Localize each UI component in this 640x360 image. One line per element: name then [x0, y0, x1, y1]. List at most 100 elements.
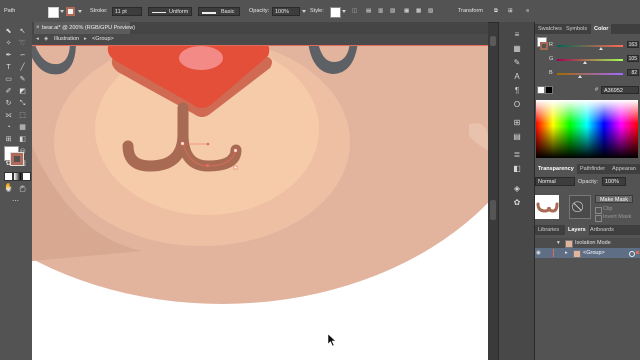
align-bottom-icon[interactable]: ▨ — [428, 8, 433, 14]
stroke-weight-field[interactable]: 11 pt — [112, 7, 142, 16]
close-tab-icon[interactable]: × — [36, 22, 40, 34]
blue-knob[interactable] — [578, 75, 582, 78]
expand-arrow-icon[interactable]: ▾ — [557, 240, 560, 246]
tab-transparency[interactable]: Transparency — [535, 164, 577, 174]
green-track[interactable] — [557, 59, 623, 61]
menu-icon[interactable]: ≡ — [526, 8, 529, 14]
magic-wand-tool-icon[interactable]: ✧ — [3, 38, 14, 48]
line-tool-icon[interactable]: ╱ — [17, 62, 28, 72]
collapse-arrow-icon[interactable]: ▸ — [565, 250, 568, 256]
handle-point[interactable] — [206, 142, 210, 146]
align-center-icon[interactable]: ▥ — [378, 8, 383, 14]
tab-symbols[interactable]: Symbols — [563, 24, 590, 34]
red-knob[interactable] — [599, 47, 603, 50]
artboard-canvas[interactable] — [32, 46, 488, 360]
graphic-style-swatch[interactable] — [330, 7, 341, 18]
anchor-point[interactable] — [206, 164, 209, 167]
symbols-panel-icon[interactable]: ✿ — [511, 196, 523, 208]
black-swatch[interactable] — [545, 86, 553, 94]
gradient-mode-icon[interactable] — [13, 172, 22, 181]
blue-track[interactable] — [557, 73, 623, 75]
scroll-thumb[interactable] — [490, 36, 496, 46]
breadcrumb-layer[interactable]: Illustration — [54, 36, 79, 42]
stroke-dropdown-icon[interactable] — [78, 10, 82, 13]
none-mode-icon[interactable] — [22, 172, 31, 181]
align-icon[interactable]: ▤ — [511, 130, 523, 142]
graphic-styles-icon[interactable]: ◈ — [511, 182, 523, 194]
color-mode-icon[interactable] — [4, 172, 13, 181]
color-spectrum[interactable] — [536, 100, 638, 158]
rotate-tool-icon[interactable]: ↻ — [3, 98, 14, 108]
layers-row-group[interactable]: ◉ ▸ <Group> — [535, 248, 640, 258]
opacity-field[interactable]: 100% — [272, 7, 300, 16]
handle-point[interactable] — [233, 165, 238, 170]
selection-tool-icon[interactable]: ⬉ — [3, 26, 14, 36]
shaper-tool-icon[interactable]: ✐ — [3, 86, 14, 96]
stroke-panel-icon[interactable]: ≣ — [511, 148, 523, 160]
visibility-eye-icon[interactable]: ◉ — [536, 250, 541, 256]
document-tab[interactable]: × bear.ai* @ 200% (RGB/GPU Preview) — [34, 22, 135, 34]
tab-layers[interactable]: Layers — [565, 225, 589, 235]
style-dropdown-icon[interactable] — [342, 10, 346, 13]
layers-row-isolation[interactable]: ▾ Isolation Mode — [535, 238, 640, 248]
back-arrow-icon[interactable]: ◂ — [36, 36, 39, 42]
stroke-color-box[interactable] — [10, 152, 24, 166]
anchor-point[interactable] — [180, 141, 185, 146]
align-top-icon[interactable]: ▦ — [404, 8, 409, 14]
properties-icon[interactable]: ≡ — [511, 28, 523, 40]
white-swatch[interactable] — [537, 86, 545, 94]
paragraph-icon[interactable]: ¶ — [511, 84, 523, 96]
transform-link[interactable]: Transform — [458, 8, 483, 14]
invert-mask-checkbox[interactable] — [595, 215, 602, 222]
screen-mode-icon[interactable]: ▢ — [17, 184, 28, 194]
clip-checkbox[interactable] — [595, 207, 602, 214]
paintbrush-tool-icon[interactable]: ✎ — [17, 74, 28, 84]
shape-builder-tool-icon[interactable]: ◔ — [3, 122, 14, 132]
stroke-label[interactable]: Stroke: — [90, 8, 107, 14]
pen-tool-icon[interactable]: ✒ — [3, 50, 14, 60]
tab-swatches[interactable]: Swatches — [535, 24, 565, 34]
gradient-tool-icon[interactable]: ◧ — [17, 134, 28, 144]
fill-dropdown-icon[interactable] — [60, 10, 64, 13]
draw-normal-icon[interactable]: ◉ — [3, 184, 14, 194]
red-value[interactable]: 163 — [627, 41, 639, 48]
tab-appearance[interactable]: Appearan — [609, 164, 639, 174]
isolate-icon[interactable]: ⧉ — [494, 8, 498, 15]
vertical-scrollbar[interactable] — [488, 34, 498, 360]
opacity-dropdown-icon[interactable] — [302, 10, 306, 13]
tab-libraries[interactable]: Libraries — [535, 225, 562, 235]
transparency-opacity-field[interactable]: 100% — [602, 177, 626, 186]
swatches-icon[interactable]: ▦ — [511, 42, 523, 54]
fill-swatch[interactable] — [48, 7, 59, 18]
scroll-thumb-lower[interactable] — [490, 200, 496, 220]
brush-definition[interactable]: Basic — [198, 7, 240, 16]
breadcrumb-group[interactable]: <Group> — [92, 36, 114, 42]
red-track[interactable] — [557, 45, 623, 47]
doc-setup-icon[interactable]: ◫ — [352, 8, 357, 14]
variable-width-profile[interactable]: Uniform — [148, 7, 192, 16]
selection-indicator[interactable] — [636, 251, 639, 254]
rectangle-tool-icon[interactable]: ▭ — [3, 74, 14, 84]
make-mask-button[interactable]: Make Mask — [595, 195, 633, 203]
opacity-label[interactable]: Opacity: — [249, 8, 269, 14]
transform-icon[interactable]: ⊞ — [511, 116, 523, 128]
tab-pathfinder[interactable]: Pathfinder — [577, 164, 608, 174]
mask-placeholder-icon[interactable]: ⃠ — [569, 195, 591, 219]
character-icon[interactable]: A — [511, 70, 523, 82]
green-slider[interactable]: G 105 — [549, 55, 639, 64]
direct-selection-tool-icon[interactable]: ↖ — [17, 26, 28, 36]
width-tool-icon[interactable]: ⟗ — [3, 110, 14, 120]
free-transform-tool-icon[interactable]: ⬚ — [17, 110, 28, 120]
more-tools-icon[interactable]: ⋯ — [10, 196, 21, 206]
green-value[interactable]: 105 — [627, 55, 639, 62]
gradient-panel-icon[interactable]: ◧ — [511, 162, 523, 174]
stroke-swatch[interactable] — [66, 7, 75, 16]
brushes-icon[interactable]: ✎ — [511, 56, 523, 68]
hex-field[interactable]: A36952 — [601, 86, 639, 94]
scale-tool-icon[interactable]: ⤡ — [17, 98, 28, 108]
blend-mode-select[interactable]: Normal — [535, 177, 575, 186]
blue-slider[interactable]: B 82 — [549, 69, 639, 78]
mesh-tool-icon[interactable]: ⊞ — [3, 134, 14, 144]
tab-artboards[interactable]: Artboards — [587, 225, 617, 235]
eraser-tool-icon[interactable]: ◩ — [17, 86, 28, 96]
